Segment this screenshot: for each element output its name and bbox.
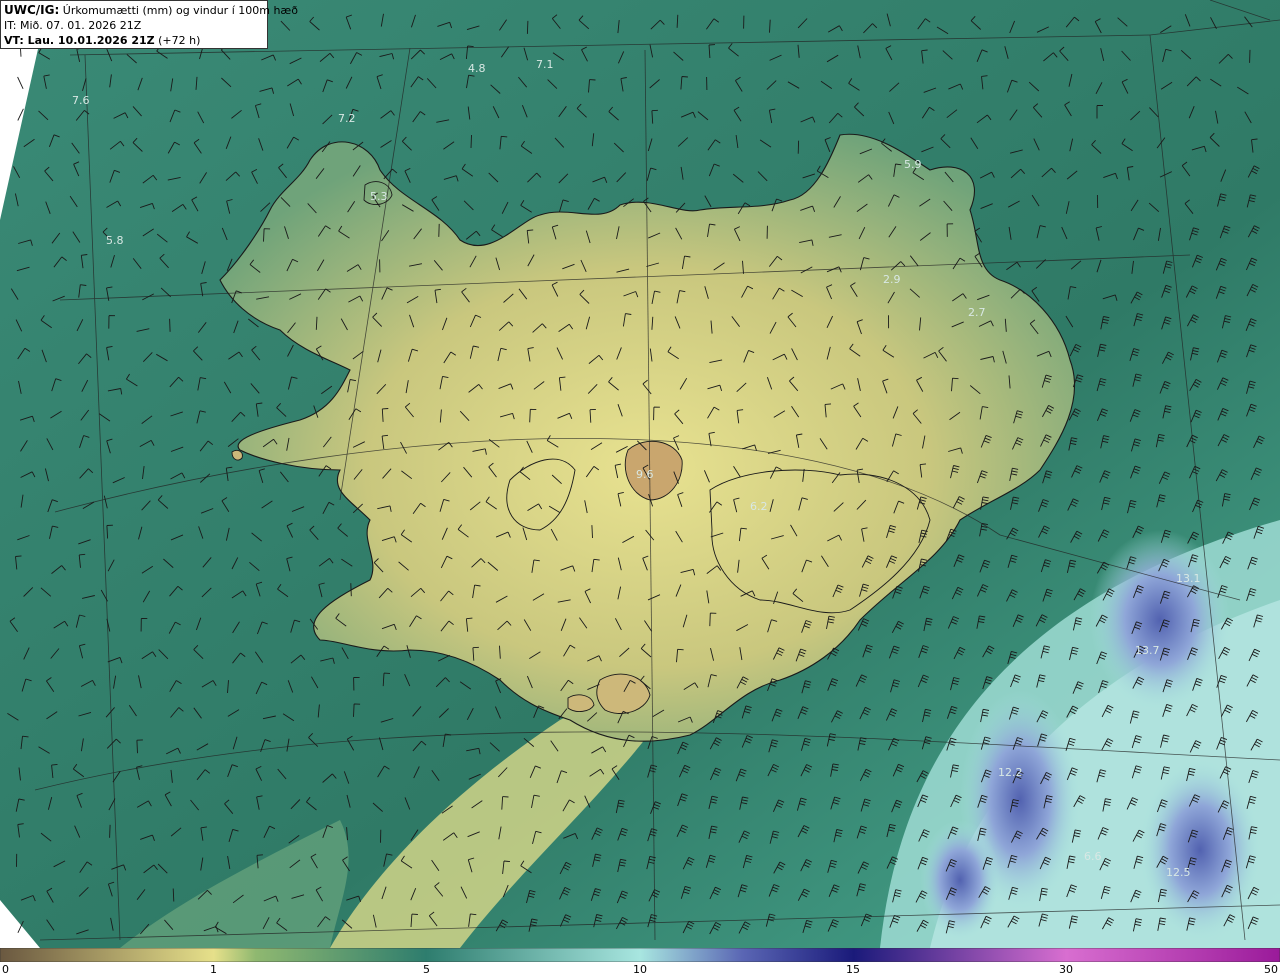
heavy-precip-area [1090, 530, 1230, 710]
scale-tick: 0 [2, 963, 9, 976]
map-label: 7.1 [536, 58, 554, 71]
map-label: 13.7 [1135, 644, 1160, 657]
wind-barb [350, 583, 352, 597]
map-label: 6.6 [1084, 850, 1102, 863]
forecast-lead: (+72 h) [158, 34, 201, 47]
map-label: 6.2 [750, 500, 768, 513]
wind-barb [172, 888, 175, 902]
map-label: 5.3 [370, 190, 388, 203]
wind-barb [109, 824, 111, 838]
map-label: 7.6 [72, 94, 90, 107]
map-label: 5.9 [904, 158, 922, 171]
scale-tick: 15 [846, 963, 860, 976]
model-name: UWC/IG: [4, 3, 60, 17]
map-label: 9.6 [636, 468, 654, 481]
scale-tick: 50 [1264, 963, 1278, 976]
map-label: 12.5 [1166, 866, 1191, 879]
init-time: IT: Mið. 07. 01. 2026 21Z [4, 19, 142, 32]
wind-barb [470, 134, 472, 149]
map-title: Úrkomumætti (mm) og vindur í 100m hæð [62, 4, 298, 17]
scale-tick: 5 [423, 963, 430, 976]
wind-barb [526, 20, 529, 34]
color-scale-ticks: 0 1 5 10 15 30 50 [0, 962, 1280, 978]
map-label: 4.8 [468, 62, 486, 75]
map-label: 7.2 [338, 112, 356, 125]
info-box: UWC/IG: Úrkomumætti (mm) og vindur í 100… [0, 0, 298, 49]
map-label: 5.8 [106, 234, 124, 247]
glacier-snaefellsjokull [231, 449, 243, 461]
precipitation-map: 4.8 7.1 7.6 7.2 5.9 5.3 2.9 2.7 9.6 6.2 … [0, 0, 1280, 948]
map-label: 12.2 [998, 766, 1023, 779]
map-label: 13.1 [1176, 572, 1201, 585]
wind-barb [169, 318, 171, 332]
color-scale-bar [0, 948, 1280, 962]
map-label: 2.9 [883, 273, 901, 286]
wind-barb [591, 525, 593, 539]
scale-tick: 1 [210, 963, 217, 976]
scale-tick: 30 [1059, 963, 1073, 976]
valid-time: VT: Lau. 10.01.2026 21Z [4, 34, 155, 47]
map-label: 2.7 [968, 306, 986, 319]
scale-tick: 10 [633, 963, 647, 976]
